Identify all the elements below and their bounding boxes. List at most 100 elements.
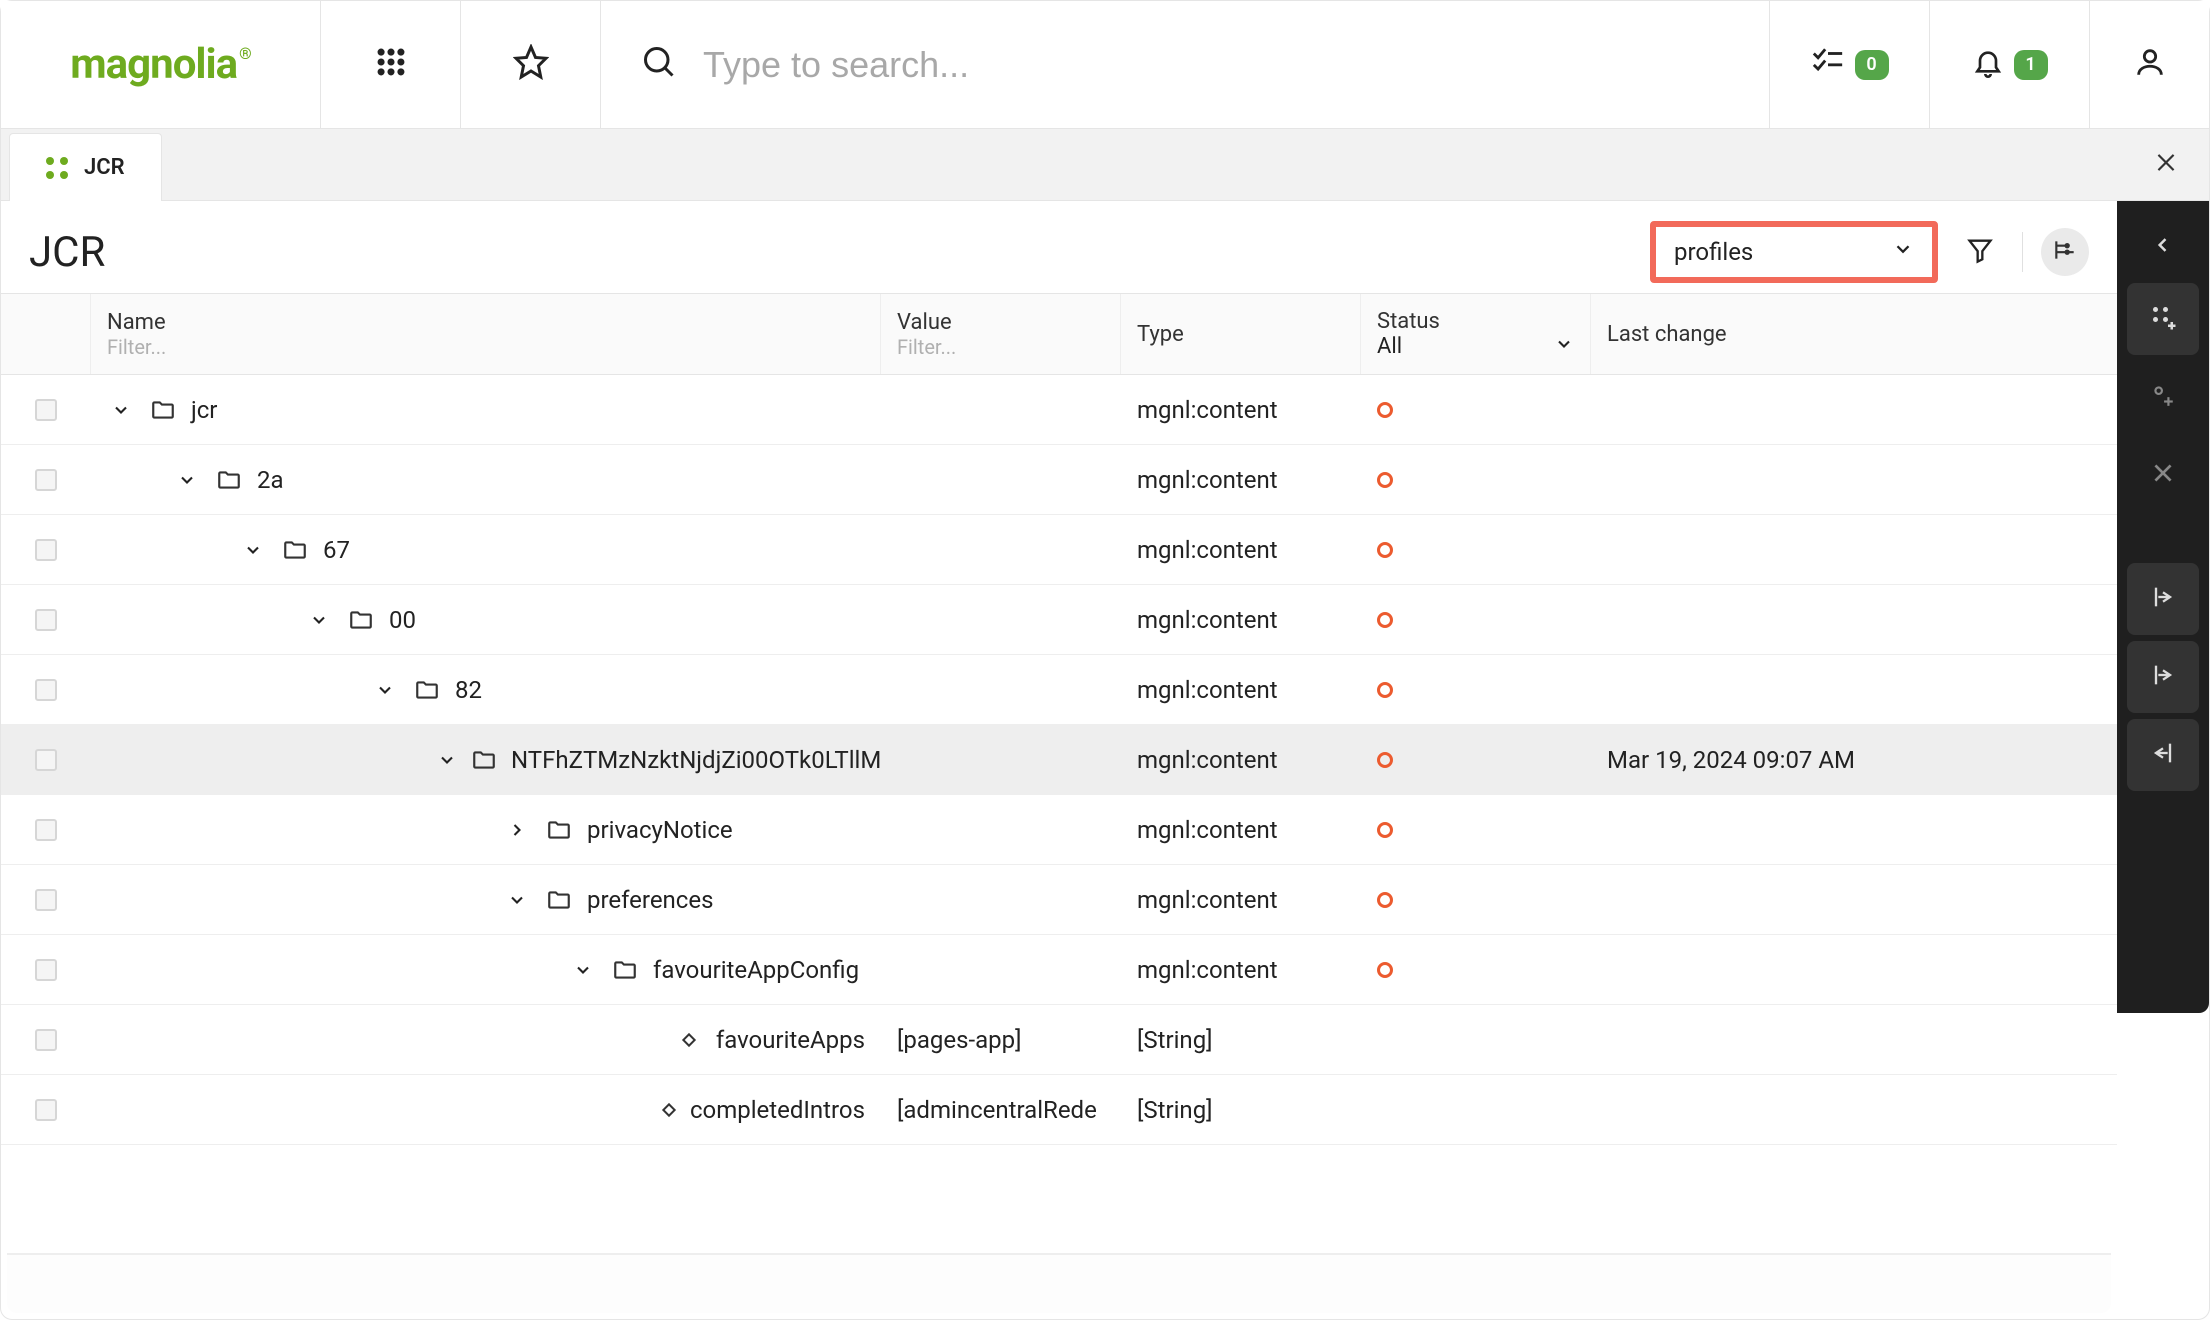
row-checkbox[interactable] — [35, 749, 57, 771]
col-status[interactable]: Status All — [1361, 294, 1591, 374]
status-modified-icon — [1377, 542, 1393, 558]
table-row[interactable]: favouriteAppConfigmgnl:content — [1, 935, 2117, 1005]
status-cell — [1361, 886, 1591, 914]
tasks-button[interactable]: 0 — [1769, 1, 1929, 128]
col-value[interactable]: Value Filter... — [881, 294, 1121, 374]
page-title: JCR — [29, 228, 105, 277]
profile-button[interactable] — [2089, 1, 2209, 128]
tasks-badge: 0 — [1855, 50, 1889, 80]
table-row[interactable]: 2a mgnl:content — [1, 445, 2117, 515]
sidebar-collapse-button[interactable] — [2117, 213, 2209, 277]
add-node-button[interactable] — [2127, 283, 2199, 355]
type-cell: mgnl:content — [1121, 886, 1361, 914]
table-row[interactable]: 67mgnl:content — [1, 515, 2117, 585]
chevron-down-icon — [1892, 238, 1914, 266]
row-checkbox[interactable] — [35, 399, 57, 421]
collapse-toggle[interactable] — [437, 750, 457, 770]
row-checkbox[interactable] — [35, 1099, 57, 1121]
import-button[interactable] — [2127, 719, 2199, 791]
tree-view-button[interactable] — [2041, 228, 2089, 276]
col-type[interactable]: Type — [1121, 294, 1361, 374]
collapse-toggle[interactable] — [107, 400, 135, 420]
table-row[interactable]: 82 mgnl:content — [1, 655, 2117, 725]
folder-icon — [281, 537, 309, 563]
name-cell: favouriteAppConfig — [91, 956, 881, 984]
folder-icon — [413, 677, 441, 703]
table-row[interactable]: preferences mgnl:content — [1, 865, 2117, 935]
type-cell: mgnl:content — [1121, 396, 1361, 424]
filter-button[interactable] — [1956, 228, 2004, 276]
folder-icon — [347, 607, 375, 633]
status-cell — [1361, 466, 1591, 494]
node-name: favouriteApps — [716, 1026, 865, 1054]
node-name: completedIntros — [690, 1096, 865, 1124]
close-tab-button[interactable] — [2153, 149, 2179, 180]
type-cell: mgnl:content — [1121, 746, 1361, 774]
app-launcher-button[interactable] — [321, 1, 461, 128]
node-name: 82 — [455, 676, 482, 704]
folder-icon — [471, 747, 497, 773]
table-row[interactable]: privacyNoticemgnl:content — [1, 795, 2117, 865]
table-row[interactable]: completedIntros[admincentralRede[String] — [1, 1075, 2117, 1145]
row-checkbox[interactable] — [35, 819, 57, 841]
row-checkbox[interactable] — [35, 679, 57, 701]
export-alt-button[interactable] — [2127, 641, 2199, 713]
status-modified-icon — [1377, 752, 1393, 768]
row-checkbox[interactable] — [35, 959, 57, 981]
row-checkbox[interactable] — [35, 889, 57, 911]
add-property-button[interactable] — [2127, 361, 2199, 433]
value-cell: [pages-app] — [881, 1026, 1121, 1054]
logo[interactable]: magnolia® — [1, 1, 321, 128]
close-icon — [2150, 460, 2176, 491]
table-row[interactable]: favouriteApps[pages-app][String] — [1, 1005, 2117, 1075]
table-row[interactable]: jcrmgnl:content — [1, 375, 2117, 445]
node-name: 67 — [323, 536, 350, 564]
node-name: NTFhZTMzNzktNjdjZi00OTk0LTllMDU — [511, 746, 881, 774]
row-checkbox[interactable] — [35, 1029, 57, 1051]
grid-icon — [374, 45, 408, 84]
type-cell: mgnl:content — [1121, 466, 1361, 494]
col-lastchange[interactable]: Last change — [1591, 294, 2117, 374]
status-cell — [1361, 816, 1591, 844]
collapse-toggle[interactable] — [173, 470, 201, 490]
tab-jcr[interactable]: JCR — [9, 133, 162, 201]
folder-icon — [149, 397, 177, 423]
collapse-toggle[interactable] — [239, 540, 267, 560]
status-cell — [1361, 396, 1591, 424]
name-cell: preferences — [91, 886, 881, 914]
folder-icon — [545, 887, 573, 913]
table-row[interactable]: 00 mgnl:content — [1, 585, 2117, 655]
type-cell: mgnl:content — [1121, 606, 1361, 634]
expand-toggle[interactable] — [503, 820, 531, 840]
select-all-cell[interactable] — [1, 294, 91, 374]
type-cell: mgnl:content — [1121, 676, 1361, 704]
workspace-select[interactable]: profiles — [1650, 221, 1938, 283]
export-button[interactable] — [2127, 563, 2199, 635]
row-checkbox[interactable] — [35, 539, 57, 561]
status-bar — [7, 1253, 2111, 1313]
collapse-toggle[interactable] — [371, 680, 399, 700]
delete-button[interactable] — [2127, 439, 2199, 511]
workspace-select-value: profiles — [1674, 238, 1753, 266]
col-name[interactable]: Name Filter... — [91, 294, 881, 374]
collapse-toggle[interactable] — [569, 960, 597, 980]
status-modified-icon — [1377, 822, 1393, 838]
status-modified-icon — [1377, 472, 1393, 488]
table-row[interactable]: NTFhZTMzNzktNjdjZi00OTk0LTllMDU mgnl:cont… — [1, 725, 2117, 795]
status-modified-icon — [1377, 962, 1393, 978]
notifications-button[interactable]: 1 — [1929, 1, 2089, 128]
row-checkbox[interactable] — [35, 609, 57, 631]
node-name: 00 — [389, 606, 416, 634]
chevron-down-icon — [1554, 334, 1574, 360]
status-cell — [1361, 956, 1591, 984]
collapse-toggle[interactable] — [503, 890, 531, 910]
collapse-toggle[interactable] — [305, 610, 333, 630]
tab-label: JCR — [84, 155, 125, 180]
row-checkbox[interactable] — [35, 469, 57, 491]
search-icon — [641, 44, 677, 85]
search-input[interactable] — [701, 43, 1729, 87]
favorites-button[interactable] — [461, 1, 601, 128]
name-cell: 2a — [91, 466, 881, 494]
folder-icon — [545, 817, 573, 843]
star-icon — [513, 44, 549, 85]
